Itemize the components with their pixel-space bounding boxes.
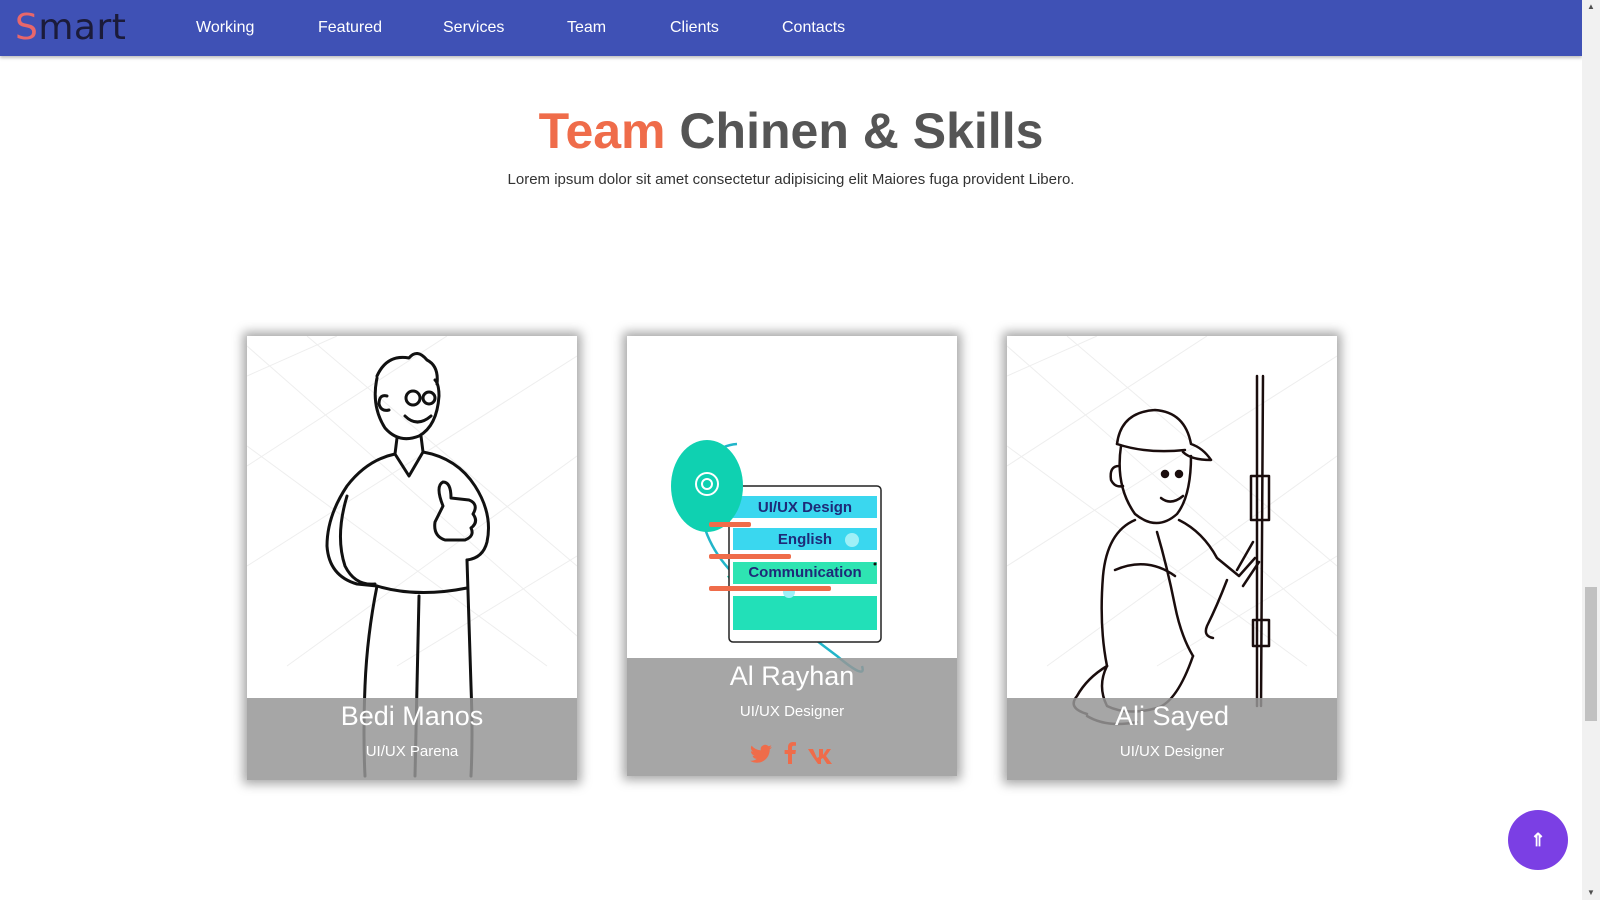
top-navbar: Smart Working Featured Services Team Cli… [0,0,1582,56]
nav-services[interactable]: Services [443,18,504,38]
nav-featured[interactable]: Featured [318,18,382,38]
back-to-top-button[interactable]: ⇑ [1508,810,1568,870]
twitter-icon[interactable] [749,744,772,769]
skill-label: English [777,531,833,548]
skill-label: Communication [748,564,862,581]
member-role: UI/UX Designer [1119,743,1225,760]
nav-working[interactable]: Working [196,18,254,38]
nav-team[interactable]: Team [567,18,606,38]
member-role: UI/UX Designer [739,703,845,720]
nav-contacts[interactable]: Contacts [782,18,845,38]
vertical-scrollbar[interactable]: ▲ ▼ [1582,0,1600,900]
site-logo[interactable]: Smart [15,8,126,48]
vk-icon[interactable] [808,745,834,769]
section-title: Team Chinen & Skills [0,100,1582,162]
arrow-up-icon: ⇑ [1530,830,1546,850]
logo-initial: S [15,7,39,48]
member-role: UI/UX Parena [365,743,459,760]
member-name: Al Rayhan [729,661,855,691]
member-name: Bedi Manos [340,701,484,731]
scrollbar-thumb[interactable] [1585,587,1597,721]
nav-clients[interactable]: Clients [670,18,719,38]
team-card[interactable]: UI/UX Design English Communication Al Ra… [627,336,957,776]
social-links [627,742,957,769]
section-subtitle: Lorem ipsum dolor sit amet consectetur a… [507,171,1075,188]
scroll-up-arrow-icon[interactable]: ▲ [1582,0,1600,14]
skill-label: UI/UX Design [757,499,853,516]
member-name: Ali Sayed [1114,701,1230,731]
page: Smart Working Featured Services Team Cli… [0,0,1600,900]
logo-text: mart [38,7,127,48]
section-title-accent: Team [538,103,666,159]
team-card[interactable]: Bedi Manos UI/UX Parena [247,336,577,780]
facebook-icon[interactable] [784,742,796,769]
scroll-down-arrow-icon[interactable]: ▼ [1582,886,1600,900]
team-card[interactable]: Ali Sayed UI/UX Designer [1007,336,1337,780]
section-title-rest: Chinen & Skills [679,103,1044,159]
